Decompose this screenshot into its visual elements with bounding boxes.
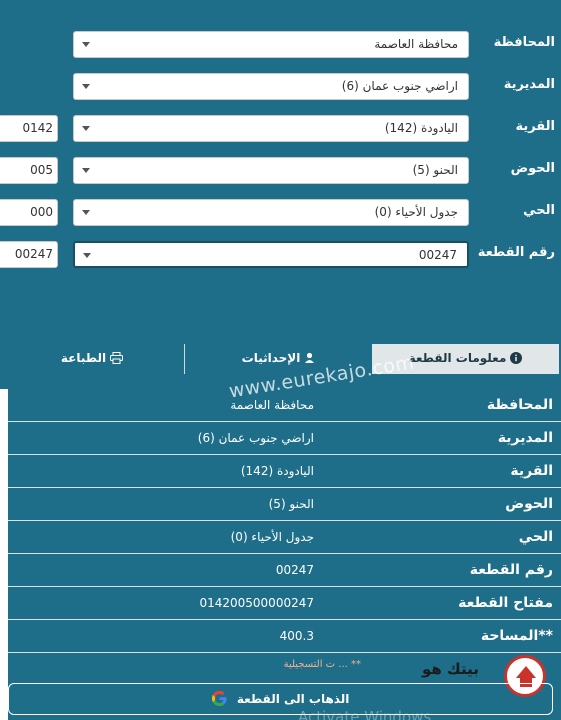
- form-row-basin: 005 الحنو (5) الحوض: [0, 157, 561, 187]
- form-row-village: 0142 اليادودة (142) القرية: [0, 115, 561, 145]
- table-row: **المساحة 400.3: [8, 620, 561, 653]
- table-row: القرية اليادودة (142): [8, 455, 561, 488]
- brand-logo-text: بيتك هو: [422, 660, 479, 678]
- area-footnote: ** ... ت التسجيلية: [283, 659, 361, 670]
- neighborhood-select-value: جدول الأحياء (0): [374, 205, 458, 219]
- info-key-village: القرية: [510, 463, 553, 479]
- go-to-parcel-label: الذهاب الى القطعة: [236, 692, 350, 706]
- village-code-input[interactable]: 0142: [0, 115, 58, 142]
- form-row-directorate: اراضي جنوب عمان (6) المديرية: [0, 73, 561, 103]
- info-key-neighborhood: الحي: [518, 529, 553, 545]
- basin-code-input[interactable]: 005: [0, 157, 58, 184]
- info-value-basin: الحنو (5): [268, 497, 314, 511]
- chevron-down-icon: [82, 168, 90, 173]
- neighborhood-code-input[interactable]: 000: [0, 199, 58, 226]
- village-select[interactable]: اليادودة (142): [73, 115, 469, 142]
- go-to-parcel-button[interactable]: الذهاب الى القطعة: [8, 683, 553, 715]
- tab-bar: معلومات القطعة الإحداثيات الطباعة: [0, 344, 561, 374]
- table-row: مفتاح القطعة 014200500000247: [8, 587, 561, 620]
- basin-select-value: الحنو (5): [412, 163, 458, 177]
- activate-windows-watermark: Activate Windows: [298, 708, 432, 720]
- panel-left-edge: [0, 389, 8, 720]
- parcel-code-input[interactable]: 00247: [0, 241, 58, 268]
- tab-print-label: الطباعة: [60, 351, 107, 365]
- neighborhood-select[interactable]: جدول الأحياء (0): [73, 199, 469, 226]
- parcel-number-select[interactable]: 00247: [73, 241, 469, 268]
- person-pin-icon: [305, 352, 315, 363]
- table-row: الحي جدول الأحياء (0): [8, 521, 561, 554]
- info-value-village: اليادودة (142): [240, 464, 314, 478]
- info-key-parcel-number: رقم القطعة: [469, 562, 553, 578]
- chevron-down-icon: [83, 253, 91, 258]
- parcel-number-select-value: 00247: [418, 248, 457, 262]
- form-row-neighborhood: 000 جدول الأحياء (0) الحي: [0, 199, 561, 229]
- form-row-governorate: محافظة العاصمة المحافظة: [0, 31, 561, 61]
- info-key-governorate: المحافظة: [486, 397, 553, 413]
- table-row: رقم القطعة 00247: [8, 554, 561, 587]
- parcel-number-label: رقم القطعة: [477, 245, 555, 260]
- governorate-select[interactable]: محافظة العاصمة: [73, 31, 469, 58]
- google-icon: [211, 691, 227, 709]
- info-icon: [510, 352, 523, 364]
- tab-divider: [184, 344, 185, 374]
- directorate-label: المديرية: [503, 77, 555, 92]
- neighborhood-label: الحي: [523, 203, 555, 218]
- info-key-basin: الحوض: [505, 496, 553, 512]
- info-key-directorate: المديرية: [497, 430, 553, 446]
- governorate-select-value: محافظة العاصمة: [374, 37, 458, 51]
- info-value-area: 400.3: [279, 629, 314, 643]
- printer-icon: [110, 352, 124, 364]
- chevron-down-icon: [82, 210, 90, 215]
- tab-print[interactable]: الطباعة: [0, 344, 184, 374]
- basin-select[interactable]: الحنو (5): [73, 157, 469, 184]
- info-key-parcel-key: مفتاح القطعة: [458, 595, 553, 611]
- village-label: القرية: [515, 119, 555, 134]
- table-row: المديرية اراضي جنوب عمان (6): [8, 422, 561, 455]
- village-select-value: اليادودة (142): [384, 121, 458, 135]
- info-value-parcel-key: 014200500000247: [199, 596, 314, 610]
- chevron-down-icon: [82, 84, 90, 89]
- info-value-neighborhood: جدول الأحياء (0): [230, 530, 314, 544]
- chevron-down-icon: [82, 126, 90, 131]
- basin-label: الحوض: [510, 161, 555, 176]
- chevron-down-icon: [82, 42, 90, 47]
- info-key-area: **المساحة: [480, 628, 553, 644]
- tab-coordinates-label: الإحداثيات: [241, 351, 301, 365]
- governorate-label: المحافظة: [493, 35, 555, 50]
- info-value-directorate: اراضي جنوب عمان (6): [197, 431, 314, 445]
- tab-parcel-info-label: معلومات القطعة: [408, 351, 507, 365]
- info-value-parcel-number: 00247: [275, 563, 314, 577]
- directorate-select-value: اراضي جنوب عمان (6): [341, 79, 458, 93]
- directorate-select[interactable]: اراضي جنوب عمان (6): [73, 73, 469, 100]
- form-row-parcel-number: 00247 00247 رقم القطعة: [0, 241, 561, 271]
- table-row: الحوض الحنو (5): [8, 488, 561, 521]
